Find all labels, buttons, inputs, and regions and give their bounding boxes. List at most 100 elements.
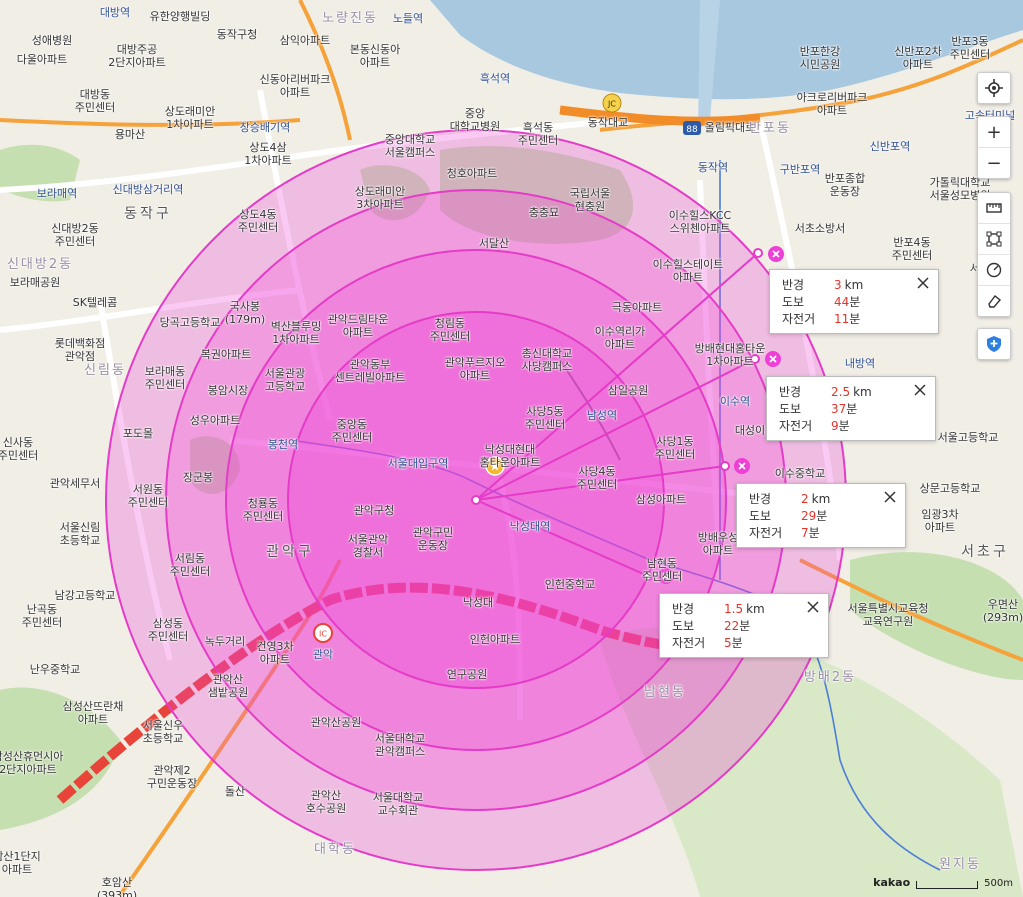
map-label: 유한양행빌딩 bbox=[149, 10, 211, 23]
map-controls-top bbox=[977, 72, 1011, 104]
scale-distance: 500m bbox=[984, 878, 1013, 889]
map-label: 관악구 bbox=[266, 544, 314, 560]
ruler-tool-button[interactable] bbox=[978, 193, 1010, 224]
map-label: 남강고등학교 bbox=[54, 589, 116, 602]
map-label: 서초구 bbox=[961, 544, 1009, 560]
map-label: 동작역 bbox=[697, 161, 729, 174]
radius-value: 1.5 bbox=[724, 601, 744, 616]
zoom-out-button[interactable]: − bbox=[978, 148, 1010, 178]
map-label: 대성이 bbox=[734, 424, 766, 437]
map-label: 연구공원 bbox=[446, 668, 488, 681]
walk-unit: 분 bbox=[849, 295, 861, 309]
map-label: 관악산공원 bbox=[310, 716, 362, 729]
bike-unit: 분 bbox=[838, 419, 850, 433]
map-label: 서울관광 고등학교 bbox=[264, 367, 306, 393]
radius-label: 반경 bbox=[672, 602, 695, 616]
map-label: 서달산 bbox=[478, 237, 510, 250]
map-label: 서초소방서 bbox=[794, 222, 846, 235]
map-label: 신반포2차 아파트 bbox=[894, 45, 942, 71]
map-label: 서울고등학교 bbox=[937, 431, 999, 444]
map-label: 관악세무서 bbox=[49, 477, 101, 490]
close-icon[interactable] bbox=[916, 276, 930, 290]
walk-unit: 분 bbox=[846, 402, 858, 416]
walk-unit: 분 bbox=[739, 619, 751, 633]
map-label: 남현동 bbox=[644, 685, 686, 700]
map-label: 상도4동 주민센터 bbox=[237, 208, 279, 234]
remove-circle-icon bbox=[734, 458, 750, 474]
map-label: 복권아파트 bbox=[200, 348, 252, 361]
map-label: 삼성산뜨란채 아파트 bbox=[62, 700, 124, 726]
map-label: 당곡고등학교 bbox=[159, 316, 221, 329]
map-label: 서원동 주민센터 bbox=[127, 483, 169, 509]
walk-label: 도보 bbox=[749, 509, 772, 523]
map-label: 동작대교 bbox=[587, 116, 629, 129]
map-label: 국립서울 현충원 bbox=[569, 187, 611, 213]
map-label: 관악산 호수공원 bbox=[305, 789, 347, 815]
map-label: 삼익아파트 bbox=[279, 34, 331, 47]
close-icon[interactable] bbox=[806, 600, 820, 614]
map-label: 봉천역 bbox=[267, 438, 299, 451]
safety-map-button[interactable] bbox=[978, 329, 1010, 359]
walk-value: 29 bbox=[801, 508, 817, 523]
map-label: 서울대학교 교수회관 bbox=[372, 791, 424, 817]
map-label: 신대방삼거리역 bbox=[112, 183, 184, 196]
radius-info-3km: 반경 3 km 도보 44 분 자전거 11 분 bbox=[769, 269, 939, 334]
jc-marker-icon: JC bbox=[602, 93, 622, 113]
map-label: 방배현대홈타운 1차아파트 bbox=[694, 342, 766, 368]
map-label: 상문고등학교 bbox=[919, 482, 981, 495]
map-label: 서울대학교 관악캠퍼스 bbox=[374, 732, 426, 758]
map-label: 신반포역 bbox=[869, 140, 911, 153]
map-label: 롯데백화점 관악점 bbox=[54, 337, 106, 363]
map-label: 남성역 bbox=[586, 409, 618, 422]
eraser-tool-button[interactable] bbox=[978, 286, 1010, 316]
map-label: 건영3차 아파트 bbox=[256, 640, 294, 666]
map-label: 대방역 bbox=[99, 6, 131, 19]
map-label: 동작구청 bbox=[216, 28, 258, 41]
map-label: 성우아파트 bbox=[189, 414, 241, 427]
map-label: 반포종합 운동장 bbox=[824, 172, 866, 198]
radius-info-1.5km: 반경 1.5 km 도보 22 분 자전거 5 분 bbox=[659, 593, 829, 658]
map-label: 성애병원 bbox=[31, 34, 73, 47]
map-label: 국사봉 (179m) bbox=[224, 300, 266, 326]
bike-label: 자전거 bbox=[782, 312, 816, 326]
radius-unit: km bbox=[844, 277, 864, 292]
zoom-controls: + − bbox=[977, 116, 1011, 179]
map-label: 대학동 bbox=[314, 842, 356, 857]
bike-label: 자전거 bbox=[749, 526, 783, 540]
map-label: 서울신림 초등학교 bbox=[59, 521, 101, 547]
close-icon[interactable] bbox=[913, 383, 927, 397]
map-label: 삼성아파트 bbox=[635, 493, 687, 506]
radius-icon bbox=[986, 262, 1002, 278]
map-label: 사당4동 주민센터 bbox=[576, 465, 618, 491]
map-label: 호암산 (393m) bbox=[96, 876, 138, 897]
map-label: 신림동 bbox=[84, 363, 126, 378]
map-label: 반포동 bbox=[749, 121, 791, 136]
bike-value: 5 bbox=[724, 635, 732, 650]
map-label: 보라매동 주민센터 bbox=[144, 365, 186, 391]
radius-label: 반경 bbox=[782, 278, 805, 292]
map-label: SK텔레콤 bbox=[72, 296, 118, 309]
map-scale: kakao 500m bbox=[873, 876, 1013, 889]
bike-value: 11 bbox=[834, 311, 850, 326]
zoom-in-button[interactable]: + bbox=[978, 117, 1010, 148]
map-label: 낙성대현대 홈타운아파트 bbox=[479, 443, 541, 469]
map-label: 극동아파트 bbox=[611, 301, 663, 314]
map-label: 다울아파트 bbox=[16, 53, 68, 66]
locate-button[interactable] bbox=[978, 73, 1010, 103]
map-label: 청림동 주민센터 bbox=[429, 317, 471, 343]
close-icon[interactable] bbox=[883, 490, 897, 504]
map-label: 관악구민 운동장 bbox=[412, 526, 454, 552]
map-label: 삼산1단지 아파트 bbox=[0, 850, 41, 876]
map-label: 아크로리버파크 아파트 bbox=[796, 91, 868, 117]
radius-tool-button[interactable] bbox=[978, 255, 1010, 286]
area-tool-button[interactable] bbox=[978, 224, 1010, 255]
map-view[interactable]: JC IC 88 대방역 유한양행빌딩 동작구청 노량진동 노들역 삼익아파트 본동신동아 … bbox=[0, 0, 1023, 897]
svg-text:88: 88 bbox=[686, 125, 698, 135]
tool-controls bbox=[977, 192, 1011, 317]
map-label: 서울신우 초등학교 bbox=[142, 719, 184, 745]
map-label: 이수힐스KCC 스위첸아파트 bbox=[668, 209, 732, 235]
walk-label: 도보 bbox=[779, 402, 802, 416]
bike-unit: 분 bbox=[731, 636, 743, 650]
map-label: 우면산 (293m) bbox=[982, 598, 1023, 624]
map-label: 신대방2동 bbox=[6, 257, 74, 272]
